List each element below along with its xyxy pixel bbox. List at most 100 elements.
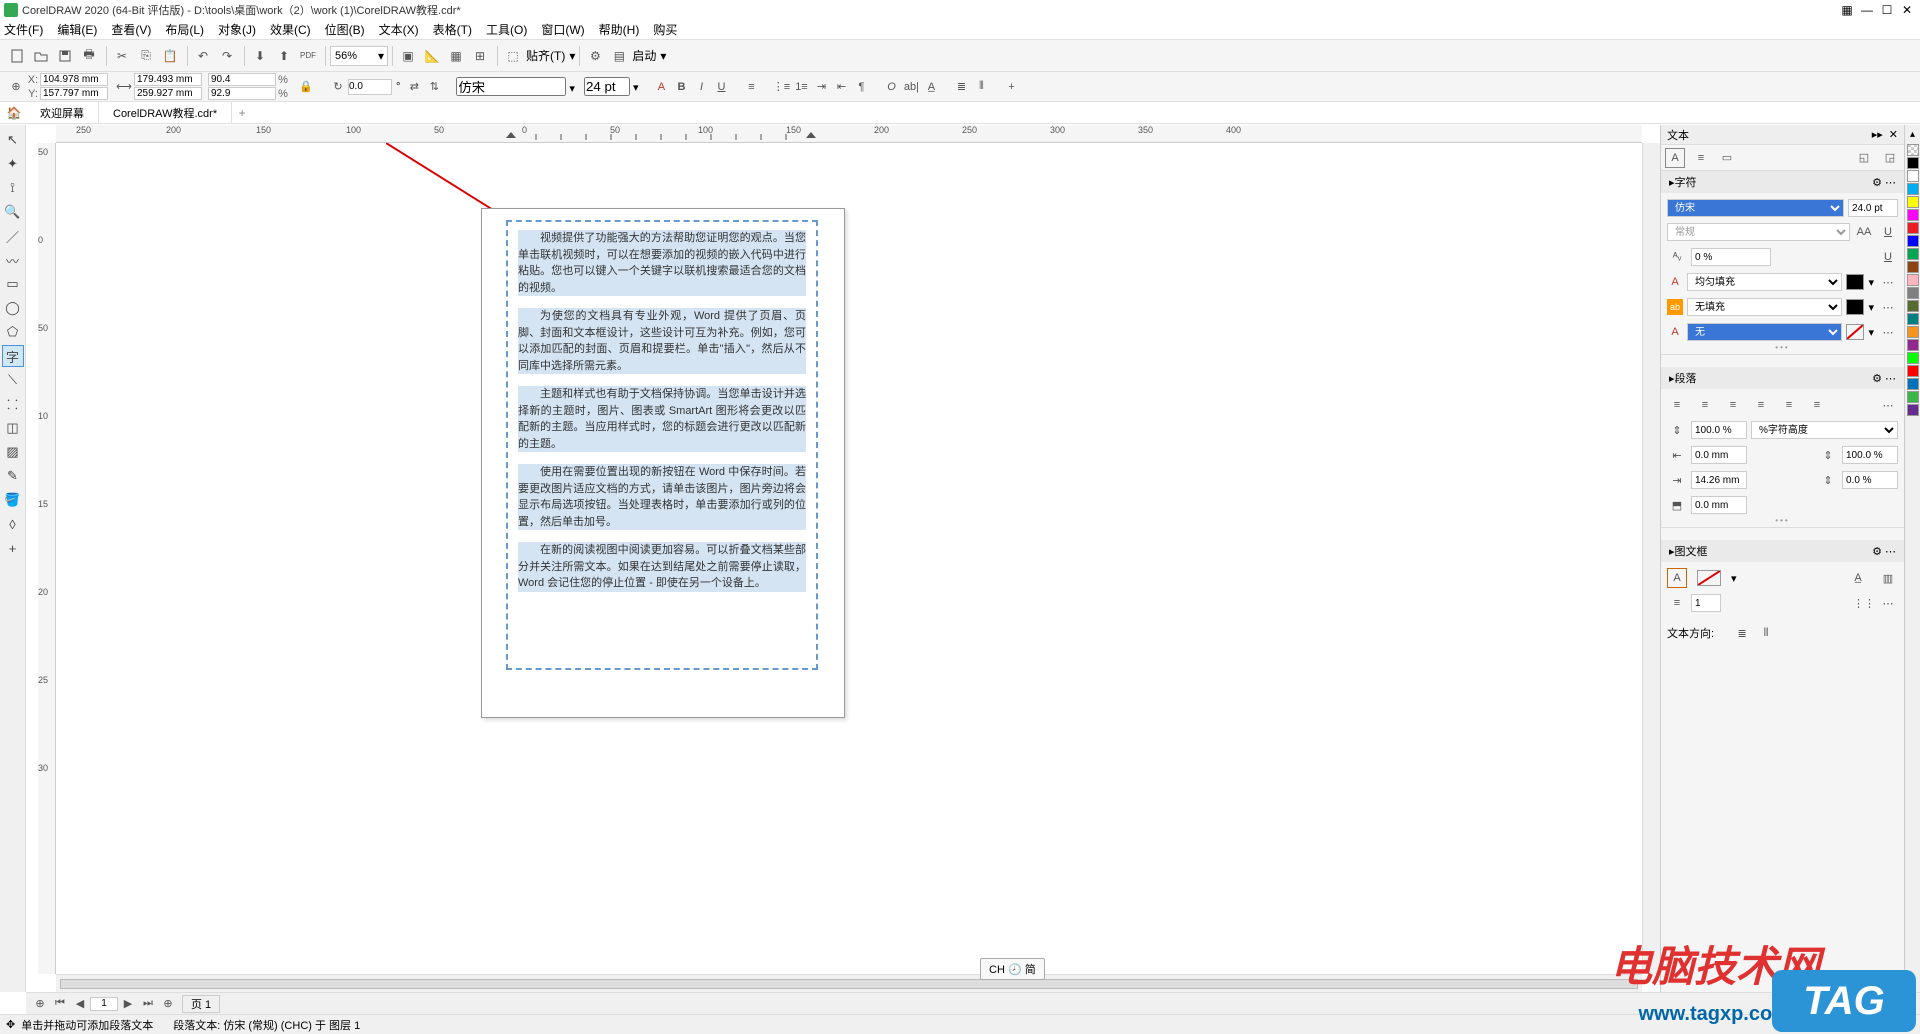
docker-fontsize-input[interactable] (1848, 199, 1898, 217)
menu-table[interactable]: 表格(T) (433, 21, 472, 38)
char-section-title[interactable]: ▸ 字符⚙ ⋯ (1661, 171, 1904, 193)
menu-text[interactable]: 文本(X) (379, 21, 419, 38)
para-section-title[interactable]: ▸ 段落⚙ ⋯ (1661, 367, 1904, 389)
swatch[interactable] (1907, 404, 1919, 416)
palette-up-icon[interactable]: ▴ (1910, 129, 1915, 140)
bold-icon[interactable]: B (671, 77, 691, 97)
zoom-dropdown[interactable]: ▾ (330, 46, 388, 66)
options-button[interactable]: ⚙ (584, 45, 606, 67)
dropshadow-tool[interactable]: ◫ (2, 417, 24, 439)
paragraph-2[interactable]: 为使您的文档具有专业外观，Word 提供了页眉、页脚、封面和文本框设计，这些设计… (518, 308, 806, 374)
fullscreen-button[interactable]: ▣ (397, 45, 419, 67)
bullets-icon[interactable]: ⋮≡ (771, 77, 791, 97)
indent-inc-icon[interactable]: ⇥ (811, 77, 831, 97)
docker-popout-icon[interactable]: ◱ (1854, 148, 1874, 168)
add-preset-icon[interactable]: + (1001, 77, 1021, 97)
maximize-button[interactable]: ☐ (1878, 3, 1896, 17)
tab-welcome[interactable]: 欢迎屏幕 (26, 102, 99, 123)
eyedropper-tool[interactable]: ✎ (2, 465, 24, 487)
minimize-button[interactable]: — (1858, 3, 1876, 17)
frame-more-icon[interactable]: ⋯ (1878, 593, 1898, 613)
swatch[interactable] (1907, 261, 1919, 273)
font-style-icon[interactable]: A (651, 77, 671, 97)
swatch[interactable] (1907, 248, 1919, 260)
frame-options-icon[interactable]: ⋮⋮ (1854, 593, 1874, 613)
mirror-h-icon[interactable]: ⇄ (404, 77, 424, 97)
status-fill-swatch[interactable] (1887, 1019, 1911, 1031)
frame-fill-icon[interactable]: A (1667, 568, 1687, 588)
paragraph-text-frame[interactable]: 视频提供了功能强大的方法帮助您证明您的观点。当您单击联机视频时，可以在想要添加的… (506, 220, 818, 670)
kerning-input[interactable] (1691, 248, 1771, 266)
script-select[interactable]: 无 (1687, 323, 1842, 341)
leading-input[interactable] (1691, 421, 1747, 439)
swatch[interactable] (1907, 326, 1919, 338)
paste-button[interactable]: 📋 (159, 45, 181, 67)
text-direction-v-icon[interactable]: ⦀ (971, 77, 991, 97)
bg-more-icon[interactable]: ⋯ (1878, 322, 1898, 342)
scrollbar-horizontal[interactable] (56, 974, 1642, 992)
swatch[interactable] (1907, 222, 1919, 234)
pick-tool[interactable]: ↖ (2, 129, 24, 151)
opentype-icon[interactable]: O (881, 77, 901, 97)
right-indent-input[interactable] (1842, 471, 1898, 489)
swatch[interactable] (1907, 209, 1919, 221)
outline-color-swatch[interactable] (1846, 299, 1864, 315)
ruler-horizontal[interactable]: 250 200 150 100 50 0 50 100 150 200 250 … (56, 125, 1642, 143)
new-doc-button[interactable] (6, 45, 28, 67)
align-full-icon[interactable]: ≡ (1807, 395, 1827, 415)
rulers-button[interactable]: 📐 (421, 45, 443, 67)
font-family-dropdown[interactable]: ▾ (456, 77, 578, 96)
connector-tool[interactable]: ⸬ (2, 393, 24, 415)
menu-file[interactable]: 文件(F) (4, 21, 43, 38)
page-num-input[interactable] (90, 997, 118, 1011)
status-nofill-swatch[interactable] (1857, 1019, 1881, 1031)
parallel-dim-tool[interactable]: ⟍ (2, 369, 24, 391)
pos-y-input[interactable] (40, 87, 108, 100)
swatch[interactable] (1907, 391, 1919, 403)
docker-menu-icon[interactable]: ▸▸ (1872, 128, 1883, 141)
text-edit-icon[interactable]: ab| (901, 77, 921, 97)
swatch[interactable] (1907, 365, 1919, 377)
space-before-input[interactable] (1691, 496, 1747, 514)
swatch[interactable] (1907, 196, 1919, 208)
zoom-tool[interactable]: 🔍 (2, 201, 24, 223)
dropcap-icon[interactable]: ¶ (851, 77, 871, 97)
add-tool[interactable]: + (2, 537, 24, 559)
para-settings-icon[interactable]: ⋯ (1878, 395, 1898, 415)
frame-nocolor-swatch[interactable] (1697, 570, 1721, 586)
page-label[interactable]: 页 1 (182, 995, 220, 1013)
dir-horizontal-icon[interactable]: ≣ (1732, 623, 1752, 643)
canvas-viewport[interactable]: 视频提供了功能强大的方法帮助您证明您的观点。当您单击联机视频时，可以在想要添加的… (56, 143, 1642, 974)
transparency-tool[interactable]: ▨ (2, 441, 24, 463)
menu-window[interactable]: 窗口(W) (541, 21, 584, 38)
menu-layout[interactable]: 布局(L) (165, 21, 204, 38)
layout-button[interactable]: ▤ (608, 45, 630, 67)
swatch[interactable] (1907, 352, 1919, 364)
tab-document[interactable]: CorelDRAW教程.cdr* (99, 102, 232, 123)
cut-button[interactable]: ✂ (111, 45, 133, 67)
import-button[interactable]: ⬇ (249, 45, 271, 67)
paragraph-3[interactable]: 主题和样式也有助于文档保持协调。当您单击设计并选择新的主题时，图片、图表或 Sm… (518, 386, 806, 452)
swatch-white[interactable] (1907, 170, 1919, 182)
snap-label[interactable]: 贴齐(T) (526, 47, 565, 64)
text-direction-h-icon[interactable]: ≣ (951, 77, 971, 97)
launch-label[interactable]: 启动 (632, 47, 656, 64)
app-menu-icon[interactable]: ▦ (1838, 3, 1856, 17)
frame-section-title[interactable]: ▸ 图文框⚙ ⋯ (1661, 540, 1904, 562)
all-caps-icon[interactable]: AA (1854, 222, 1874, 242)
copy-button[interactable]: ⎘ (135, 45, 157, 67)
scale-y-input[interactable] (208, 87, 276, 100)
crop-tool[interactable]: ⟟ (2, 177, 24, 199)
docker-font-select[interactable]: 仿宋 (1667, 199, 1844, 217)
align-center-icon[interactable]: ≡ (1723, 395, 1743, 415)
swatch[interactable] (1907, 183, 1919, 195)
first-line-input[interactable] (1691, 471, 1747, 489)
docker-tab-character[interactable]: A (1665, 148, 1685, 168)
swatch[interactable] (1907, 287, 1919, 299)
save-button[interactable] (54, 45, 76, 67)
swatch[interactable] (1907, 378, 1919, 390)
scrollbar-vertical[interactable] (1642, 143, 1660, 974)
redo-button[interactable]: ↷ (216, 45, 238, 67)
menu-view[interactable]: 查看(V) (111, 21, 151, 38)
menu-tools[interactable]: 工具(O) (486, 21, 527, 38)
